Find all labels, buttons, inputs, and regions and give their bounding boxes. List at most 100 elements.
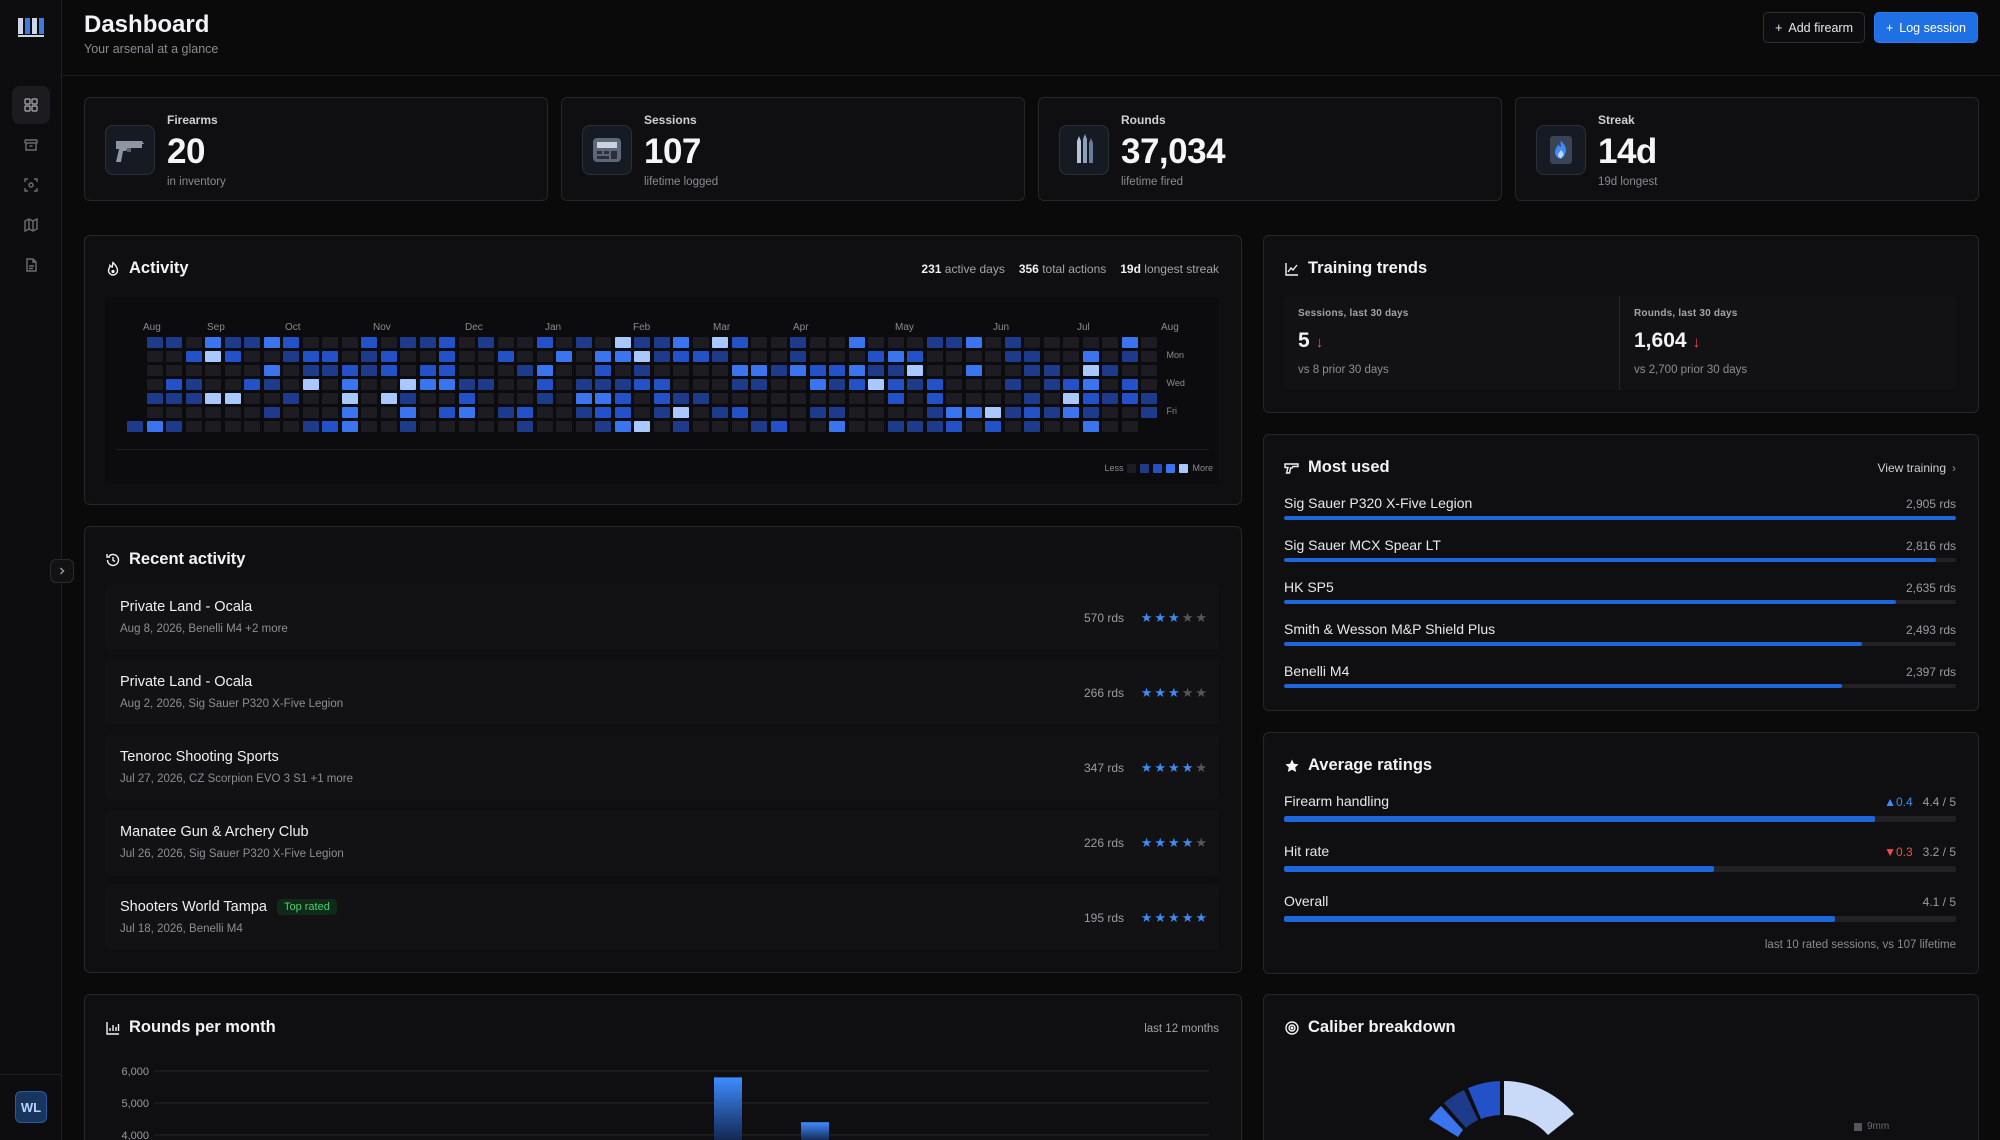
- heatmap-cell[interactable]: [634, 393, 650, 404]
- heatmap-cell[interactable]: [731, 337, 748, 348]
- heatmap-cell[interactable]: [887, 421, 904, 432]
- heatmap-cell[interactable]: [770, 421, 787, 432]
- heatmap-cell[interactable]: [653, 365, 670, 376]
- heatmap-cell[interactable]: [536, 365, 553, 376]
- heatmap-cell[interactable]: [458, 407, 475, 418]
- heatmap-cell[interactable]: [166, 421, 182, 432]
- heatmap-cell[interactable]: [1024, 351, 1040, 362]
- heatmap-cell[interactable]: [868, 379, 884, 390]
- heatmap-cell[interactable]: [829, 393, 845, 404]
- heatmap-cell[interactable]: [439, 379, 455, 390]
- heatmap-cell[interactable]: [1082, 365, 1099, 376]
- heatmap-cell[interactable]: [536, 351, 553, 362]
- heatmap-cell[interactable]: [146, 393, 163, 404]
- heatmap-cell[interactable]: [673, 407, 689, 418]
- heatmap-cell[interactable]: [926, 337, 943, 348]
- heatmap-cell[interactable]: [517, 365, 533, 376]
- heatmap-cell[interactable]: [634, 365, 650, 376]
- heatmap-cell[interactable]: [1063, 351, 1079, 362]
- heatmap-cell[interactable]: [731, 421, 748, 432]
- heatmap-cell[interactable]: [127, 421, 143, 432]
- heatmap-cell[interactable]: [341, 337, 358, 348]
- heatmap-cell[interactable]: [1043, 351, 1060, 362]
- heatmap-cell[interactable]: [829, 407, 845, 418]
- heatmap-cell[interactable]: [770, 393, 787, 404]
- heatmap-cell[interactable]: [790, 337, 806, 348]
- heatmap-cell[interactable]: [146, 421, 163, 432]
- heatmap-cell[interactable]: [673, 351, 689, 362]
- heatmap-cell[interactable]: [1004, 379, 1021, 390]
- heatmap-cell[interactable]: [634, 337, 650, 348]
- view-training-link[interactable]: View training ›: [1878, 461, 1956, 475]
- heatmap-cell[interactable]: [1141, 351, 1157, 362]
- heatmap-cell[interactable]: [1141, 379, 1157, 390]
- heatmap-cell[interactable]: [692, 393, 709, 404]
- heatmap-cell[interactable]: [692, 379, 709, 390]
- heatmap-cell[interactable]: [146, 407, 163, 418]
- heatmap-cell[interactable]: [575, 407, 592, 418]
- heatmap-cell[interactable]: [302, 365, 319, 376]
- heatmap-cell[interactable]: [868, 421, 884, 432]
- heatmap-cell[interactable]: [809, 365, 826, 376]
- heatmap-cell[interactable]: [1121, 407, 1138, 418]
- heatmap-cell[interactable]: [868, 407, 884, 418]
- heatmap-cell[interactable]: [634, 351, 650, 362]
- heatmap-cell[interactable]: [478, 365, 494, 376]
- heatmap-cell[interactable]: [731, 407, 748, 418]
- heatmap-cell[interactable]: [400, 365, 416, 376]
- heatmap-cell[interactable]: [673, 337, 689, 348]
- heatmap-cell[interactable]: [302, 337, 319, 348]
- heatmap-cell[interactable]: [653, 393, 670, 404]
- heatmap-cell[interactable]: [205, 393, 221, 404]
- heatmap-cell[interactable]: [907, 407, 923, 418]
- heatmap-cell[interactable]: [1121, 365, 1138, 376]
- heatmap-cell[interactable]: [556, 351, 572, 362]
- avatar[interactable]: WL: [15, 1091, 47, 1123]
- heatmap-cell[interactable]: [400, 379, 416, 390]
- heatmap-cell[interactable]: [224, 407, 241, 418]
- heatmap-cell[interactable]: [848, 351, 865, 362]
- heatmap-cell[interactable]: [868, 337, 884, 348]
- heatmap-cell[interactable]: [575, 365, 592, 376]
- heatmap-cell[interactable]: [536, 379, 553, 390]
- heatmap-cell[interactable]: [380, 407, 397, 418]
- heatmap-cell[interactable]: [673, 421, 689, 432]
- heatmap-cell[interactable]: [361, 379, 377, 390]
- heatmap-cell[interactable]: [185, 351, 202, 362]
- heatmap-cell[interactable]: [614, 351, 631, 362]
- heatmap-cell[interactable]: [946, 393, 962, 404]
- heatmap-cell[interactable]: [1082, 351, 1099, 362]
- heatmap-cell[interactable]: [497, 351, 514, 362]
- heatmap-cell[interactable]: [1141, 337, 1157, 348]
- heatmap-cell[interactable]: [400, 351, 416, 362]
- heatmap-cell[interactable]: [887, 393, 904, 404]
- heatmap-cell[interactable]: [439, 337, 455, 348]
- heatmap-cell[interactable]: [985, 393, 1001, 404]
- heatmap-cell[interactable]: [673, 379, 689, 390]
- heatmap-cell[interactable]: [478, 421, 494, 432]
- heatmap-cell[interactable]: [926, 421, 943, 432]
- heatmap-cell[interactable]: [556, 379, 572, 390]
- heatmap-cell[interactable]: [1102, 421, 1118, 432]
- heatmap-cell[interactable]: [1004, 351, 1021, 362]
- heatmap-cell[interactable]: [692, 421, 709, 432]
- most-used-row[interactable]: Smith & Wesson M&P Shield Plus 2,493 rds: [1284, 621, 1956, 655]
- heatmap-cell[interactable]: [302, 421, 319, 432]
- heatmap-cell[interactable]: [1063, 337, 1079, 348]
- heatmap-cell[interactable]: [926, 379, 943, 390]
- heatmap-cell[interactable]: [517, 351, 533, 362]
- heatmap-cell[interactable]: [244, 393, 260, 404]
- heatmap-cell[interactable]: [790, 351, 806, 362]
- heatmap-cell[interactable]: [692, 407, 709, 418]
- heatmap-cell[interactable]: [673, 365, 689, 376]
- heatmap-cell[interactable]: [731, 393, 748, 404]
- heatmap-cell[interactable]: [224, 379, 241, 390]
- heatmap-cell[interactable]: [1121, 337, 1138, 348]
- heatmap-cell[interactable]: [1004, 337, 1021, 348]
- heatmap-cell[interactable]: [517, 421, 533, 432]
- most-used-row[interactable]: HK SP5 2,635 rds: [1284, 579, 1956, 613]
- heatmap-cell[interactable]: [400, 337, 416, 348]
- heatmap-cell[interactable]: [770, 337, 787, 348]
- add-firearm-button[interactable]: + Add firearm: [1763, 12, 1865, 43]
- heatmap-cell[interactable]: [458, 337, 475, 348]
